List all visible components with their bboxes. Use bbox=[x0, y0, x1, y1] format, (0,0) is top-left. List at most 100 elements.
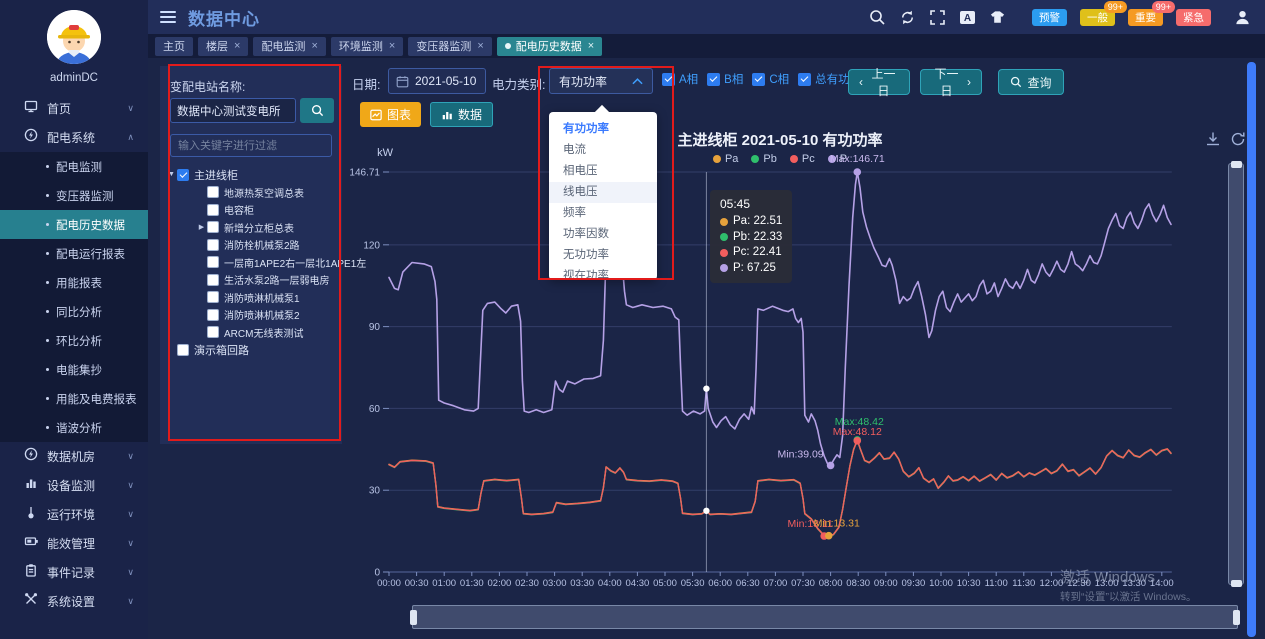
tree-checkbox[interactable] bbox=[207, 204, 219, 216]
tree-node[interactable]: 消防栓机械泵2路 bbox=[160, 236, 342, 254]
tree-node[interactable]: ▶新增分立柜总表 bbox=[160, 219, 342, 237]
query-button[interactable]: 查询 bbox=[998, 69, 1064, 95]
sidebar-subitem[interactable]: 配电运行报表 bbox=[0, 239, 148, 268]
tree-node[interactable]: 电容柜 bbox=[160, 201, 342, 219]
datazoom-left-handle[interactable] bbox=[410, 610, 417, 625]
tab[interactable]: 变压器监测× bbox=[408, 37, 491, 56]
checkbox[interactable] bbox=[662, 73, 675, 86]
dropdown-item[interactable]: 无功功率 bbox=[549, 245, 657, 266]
alert-button[interactable]: 紧急 bbox=[1176, 9, 1211, 26]
menu-collapse-icon[interactable] bbox=[160, 8, 176, 26]
sidebar-item-5[interactable]: 能效管理∨ bbox=[0, 529, 148, 558]
sidebar-subitem[interactable]: 变压器监测 bbox=[0, 181, 148, 210]
chart-view-button[interactable]: 图表 bbox=[360, 102, 421, 127]
sidebar-subitem[interactable]: 用能报表 bbox=[0, 268, 148, 297]
phase-checkbox-C相[interactable]: C相 bbox=[752, 71, 789, 87]
user-icon[interactable] bbox=[1234, 9, 1251, 26]
alert-button[interactable]: 重要99+ bbox=[1128, 9, 1163, 26]
tree-filter-input[interactable] bbox=[170, 134, 332, 157]
dropdown-item[interactable]: 电流 bbox=[549, 140, 657, 161]
datazoom-horizontal-slider[interactable] bbox=[412, 605, 1238, 629]
sidebar-subitem[interactable]: 同比分析 bbox=[0, 297, 148, 326]
datazoom-vertical-slider[interactable] bbox=[1228, 163, 1244, 585]
tab[interactable]: 配电历史数据× bbox=[497, 37, 602, 56]
sidebar-subitem[interactable]: 电能集抄 bbox=[0, 355, 148, 384]
sidebar-item-2[interactable]: 数据机房∨ bbox=[0, 442, 148, 471]
checkbox[interactable] bbox=[798, 73, 811, 86]
tree-checkbox[interactable] bbox=[207, 291, 219, 303]
checkbox[interactable] bbox=[707, 73, 720, 86]
chart-refresh-icon[interactable] bbox=[1230, 131, 1247, 148]
dropdown-item[interactable]: 功率因数 bbox=[549, 224, 657, 245]
power-category-select[interactable]: 有功功率 bbox=[549, 68, 653, 94]
tree-checkbox[interactable] bbox=[177, 169, 189, 181]
phase-checkbox-A相[interactable]: A相 bbox=[662, 71, 698, 87]
sidebar-subitem[interactable]: 用能及电费报表 bbox=[0, 384, 148, 413]
date-picker[interactable]: 2021-05-10 bbox=[388, 68, 486, 94]
tab-close-icon[interactable]: × bbox=[389, 40, 395, 52]
tree-node[interactable]: 演示箱回路 bbox=[160, 341, 342, 359]
station-search-button[interactable] bbox=[300, 98, 334, 123]
tree-checkbox[interactable] bbox=[177, 344, 189, 356]
search-icon[interactable] bbox=[869, 9, 886, 26]
tree-checkbox[interactable] bbox=[207, 326, 219, 338]
refresh-icon[interactable] bbox=[899, 9, 916, 26]
alert-button[interactable]: 预警 bbox=[1032, 9, 1067, 26]
download-icon[interactable] bbox=[1205, 131, 1222, 148]
sidebar-subitem[interactable]: 配电历史数据 bbox=[0, 210, 148, 239]
tab[interactable]: 环境监测× bbox=[331, 37, 403, 56]
tree-node[interactable]: 生活水泵2路一层弱电房 bbox=[160, 271, 342, 289]
sidebar-item-6[interactable]: 事件记录∨ bbox=[0, 558, 148, 587]
avatar[interactable] bbox=[47, 10, 101, 64]
page-scrollbar[interactable] bbox=[1247, 62, 1256, 637]
prev-day-button[interactable]: ‹上一日 bbox=[848, 69, 910, 95]
tree-node[interactable]: 地源热泵空调总表 bbox=[160, 184, 342, 202]
sidebar-item-4[interactable]: 运行环境∨ bbox=[0, 500, 148, 529]
tab-close-icon[interactable]: × bbox=[477, 40, 483, 52]
tab-close-icon[interactable]: × bbox=[234, 40, 240, 52]
datazoom-top-handle[interactable] bbox=[1231, 161, 1242, 168]
tree-checkbox[interactable] bbox=[207, 256, 219, 268]
tab-close-icon[interactable]: × bbox=[588, 40, 594, 52]
datazoom-bottom-handle[interactable] bbox=[1231, 580, 1242, 587]
tree-checkbox[interactable] bbox=[207, 186, 219, 198]
caret-down-icon[interactable]: ▼ bbox=[166, 171, 177, 178]
sidebar-item-1[interactable]: 配电系统∧ bbox=[0, 123, 148, 152]
line-chart[interactable]: kW0306090120146.7100:0000:3001:0001:3002… bbox=[337, 140, 1217, 618]
sidebar-item-0[interactable]: 首页∨ bbox=[0, 94, 148, 123]
tree-checkbox[interactable] bbox=[207, 274, 219, 286]
dropdown-item[interactable]: 视在功率 bbox=[549, 266, 657, 280]
dropdown-item[interactable]: 频率 bbox=[549, 203, 657, 224]
sidebar-item-3[interactable]: 设备监测∨ bbox=[0, 471, 148, 500]
checkbox[interactable] bbox=[752, 73, 765, 86]
data-view-button[interactable]: 数据 bbox=[430, 102, 493, 127]
sidebar-item-7[interactable]: 系统设置∨ bbox=[0, 587, 148, 616]
next-day-button[interactable]: 下一日› bbox=[920, 69, 982, 95]
phase-checkbox-B相[interactable]: B相 bbox=[707, 71, 743, 87]
tab[interactable]: 楼层× bbox=[198, 37, 248, 56]
tab[interactable]: 主页 bbox=[155, 37, 193, 56]
tree-checkbox[interactable] bbox=[207, 309, 219, 321]
datazoom-right-handle[interactable] bbox=[1233, 610, 1240, 625]
sidebar-subitem[interactable]: 配电监测 bbox=[0, 152, 148, 181]
tree-node[interactable]: ▼主进线柜 bbox=[160, 166, 342, 184]
tree-node[interactable]: 消防喷淋机械泵2 bbox=[160, 306, 342, 324]
fullscreen-icon[interactable] bbox=[929, 9, 946, 26]
theme-skin-icon[interactable] bbox=[989, 9, 1006, 26]
station-name-input[interactable] bbox=[170, 98, 296, 123]
tree-node[interactable]: 消防喷淋机械泵1 bbox=[160, 289, 342, 307]
tree-node[interactable]: 一层南1APE2右一层北1APE1左 bbox=[160, 254, 342, 272]
tab-close-icon[interactable]: × bbox=[311, 40, 317, 52]
sidebar-subitem[interactable]: 谐波分析 bbox=[0, 413, 148, 442]
tree-checkbox[interactable] bbox=[207, 239, 219, 251]
tree-node[interactable]: ARCM无线表测试 bbox=[160, 324, 342, 342]
alert-button[interactable]: 一般99+ bbox=[1080, 9, 1115, 26]
sidebar-subitem[interactable]: 环比分析 bbox=[0, 326, 148, 355]
translate-icon[interactable]: A bbox=[959, 9, 976, 26]
dropdown-item[interactable]: 有功功率 bbox=[549, 119, 657, 140]
dropdown-item[interactable]: 线电压 bbox=[549, 182, 657, 203]
dropdown-item[interactable]: 相电压 bbox=[549, 161, 657, 182]
tab[interactable]: 配电监测× bbox=[253, 37, 325, 56]
caret-right-icon[interactable]: ▶ bbox=[196, 223, 207, 231]
tree-checkbox[interactable] bbox=[207, 221, 219, 233]
